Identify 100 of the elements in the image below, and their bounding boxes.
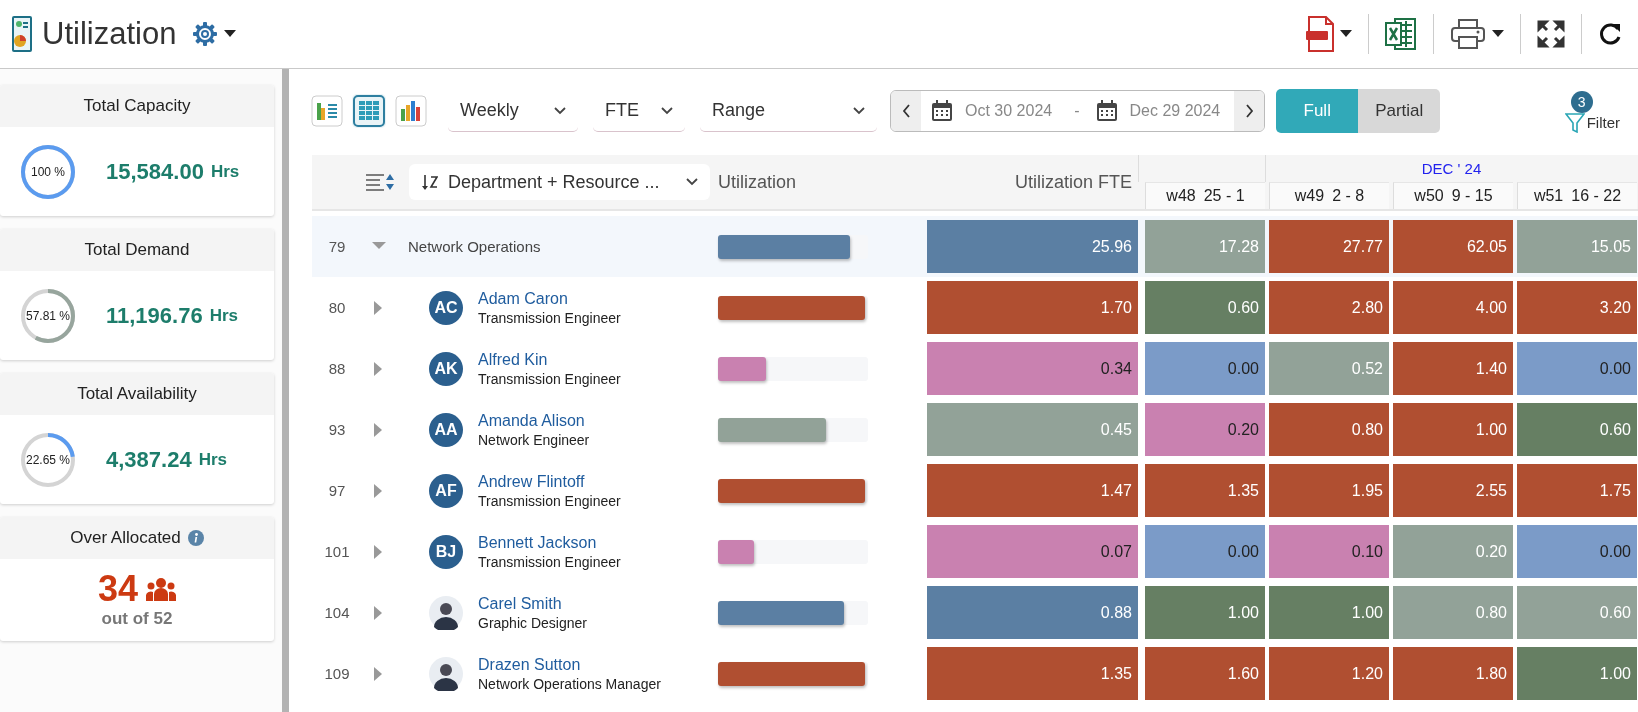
row-number: 104 [324, 604, 350, 621]
settings-icon[interactable] [192, 21, 219, 47]
avatar: BJ [429, 534, 463, 569]
week-cell: 0.00 [1145, 525, 1265, 578]
week-header: w51 16 - 22 [1517, 182, 1637, 209]
progress-ring [20, 431, 76, 488]
view-toggle-button[interactable] [310, 94, 344, 128]
week-cell: 0.10 [1269, 525, 1389, 578]
week-cell: 62.05 [1393, 220, 1513, 273]
chevron-down-icon [686, 178, 698, 186]
dropdown[interactable]: Department + Resource ... [409, 164, 710, 200]
percent-label: 57.81 % [25, 308, 70, 323]
spreadsheet-icon[interactable] [1385, 16, 1417, 52]
chevron-down-icon [853, 106, 865, 115]
avatar: AA [429, 412, 463, 447]
resource-role: Transmission Engineer [478, 370, 621, 387]
date-field[interactable]: Oct 30 2024 [965, 102, 1053, 120]
bar-chart-icon [395, 95, 427, 127]
resource-name[interactable]: Amanda Alison [478, 411, 590, 430]
view-toggle-button[interactable] [394, 94, 428, 128]
caret-icon[interactable] [1340, 30, 1352, 38]
row-number: 97 [328, 482, 346, 499]
caret-icon[interactable] [1492, 30, 1504, 38]
avatar: AK [429, 351, 463, 386]
resource-role: Network Operations Manager [478, 675, 661, 692]
dropdown[interactable]: Weekly [448, 90, 578, 132]
week-header: w49 2 - 8 [1269, 182, 1389, 209]
card-title: Total Demand [84, 240, 190, 260]
report-icon [10, 14, 34, 54]
week-cell: 17.28 [1145, 220, 1265, 273]
week-cell: 1.20 [1269, 647, 1389, 700]
dropdown[interactable]: Range [700, 90, 877, 132]
printer-icon[interactable] [1450, 18, 1486, 50]
count-subtext: out of 52 [101, 609, 173, 629]
row-number: 88 [328, 360, 346, 377]
card-value: 4,387.24 [106, 446, 192, 473]
grid-icon [353, 95, 385, 127]
calendar-icon[interactable] [1095, 100, 1118, 122]
resource-name[interactable]: Andrew Flintoff [478, 472, 621, 491]
calendar-icon[interactable] [931, 100, 953, 122]
toggle-button[interactable]: Partial [1358, 89, 1441, 133]
percent-label: 100 % [31, 164, 65, 179]
filter-button[interactable]: 3 Filter [1564, 91, 1620, 131]
dropdown[interactable]: FTE [593, 90, 685, 132]
chevron-down-icon [661, 106, 673, 115]
week-cell: 0.00 [1517, 525, 1637, 578]
week-cell: 1.00 [1393, 403, 1513, 456]
sort-icon[interactable] [363, 171, 394, 193]
week-cell: 0.60 [1145, 281, 1265, 334]
row-number: 80 [328, 299, 346, 316]
week-cell: 2.80 [1269, 281, 1389, 334]
week-cell: 3.20 [1517, 281, 1637, 334]
card-title: Total Capacity [83, 96, 191, 116]
resource-name[interactable]: Adam Caron [478, 289, 621, 308]
page-title: Utilization [42, 16, 177, 52]
week-cell: 0.80 [1393, 586, 1513, 639]
pdf-icon[interactable] [1306, 16, 1334, 52]
resource-name[interactable]: Bennett Jackson [478, 533, 621, 552]
view-toggle-button[interactable] [352, 94, 386, 128]
progress-ring [20, 143, 76, 200]
info-icon[interactable] [187, 530, 204, 546]
refresh-icon[interactable] [1598, 22, 1622, 46]
card-value: 11,196.76 [106, 302, 203, 329]
next-button[interactable] [1234, 91, 1265, 131]
people-icon [146, 577, 176, 601]
resource-name[interactable]: Drazen Sutton [478, 655, 661, 674]
week-cell: 1.00 [1269, 586, 1389, 639]
fullscreen-icon[interactable] [1537, 20, 1565, 48]
resource-role: Transmission Engineer [478, 492, 621, 509]
fte-cell: 1.47 [927, 464, 1138, 517]
week-cell: 4.00 [1393, 281, 1513, 334]
week-cell: 0.80 [1269, 403, 1389, 456]
week-cell: 0.20 [1145, 403, 1265, 456]
sort-alpha-icon [421, 173, 438, 191]
fte-cell: 1.35 [927, 647, 1138, 700]
row-number: 109 [324, 665, 350, 682]
resource-role: Network Engineer [478, 431, 590, 448]
week-cell: 0.00 [1517, 342, 1637, 395]
card-title: Over Allocated [70, 528, 181, 548]
resource-name[interactable]: Alfred Kin [478, 350, 621, 369]
filter-icon [1564, 111, 1585, 133]
percent-label: 22.65 % [25, 452, 70, 467]
card-value: 15,584.00 [106, 158, 204, 185]
previous-button[interactable] [891, 91, 921, 131]
row-number: 79 [328, 238, 346, 255]
week-cell: 1.40 [1393, 342, 1513, 395]
avatar: AC [429, 290, 463, 325]
week-header: w48 25 - 1 [1145, 182, 1265, 209]
date-field[interactable]: Dec 29 2024 [1129, 102, 1221, 120]
resource-name[interactable]: Carel Smith [478, 594, 587, 613]
caret-icon[interactable] [224, 30, 237, 38]
column-header: Utilization FTE [1014, 171, 1133, 193]
unit-label: Hrs [209, 305, 239, 326]
unit-label: Hrs [198, 449, 227, 470]
card-title: Total Availability [77, 384, 197, 404]
range-separator: - [1074, 102, 1080, 120]
chevron-down-icon [554, 106, 566, 115]
week-cell: 2.55 [1393, 464, 1513, 517]
progress-ring [20, 287, 76, 344]
count-value: 34 [97, 571, 138, 607]
